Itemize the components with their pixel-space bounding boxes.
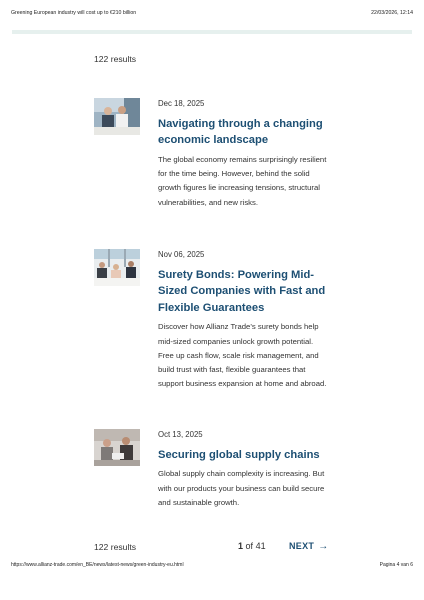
colleagues-photo-image (94, 429, 140, 466)
print-footer-page: Pagina 4 van 6 (379, 562, 413, 568)
article-date: Dec 18, 2025 (158, 99, 205, 108)
next-page-button[interactable]: NEXT → (289, 541, 329, 552)
pagination-indicator: 1 of 41 (238, 541, 266, 551)
next-page-label: NEXT (289, 541, 315, 551)
arrow-right-icon: → (318, 541, 329, 552)
meeting-photo-image (94, 98, 140, 135)
results-count: 122 results (94, 54, 137, 64)
print-header-title: Greening European industry will cost up … (11, 10, 137, 16)
top-band-divider (12, 30, 412, 34)
total-pages: 41 (255, 541, 266, 551)
article-thumbnail[interactable] (94, 249, 140, 286)
article-date: Oct 13, 2025 (158, 430, 203, 439)
article-description: The global economy remains surprisingly … (158, 154, 327, 207)
article-description: Discover how Allianz Trade’s surety bond… (158, 322, 327, 389)
article-title-link[interactable]: Surety Bonds: Powering Mid-Sized Compani… (158, 267, 330, 316)
article-title-link[interactable]: Securing global supply chains (158, 447, 330, 463)
print-header: Greening European industry will cost up … (11, 10, 413, 20)
article-thumbnail[interactable] (94, 429, 140, 466)
article-date: Nov 06, 2025 (158, 250, 205, 259)
page-of-label: of (245, 541, 254, 551)
article-title-link[interactable]: Navigating through a changing economic l… (158, 116, 330, 149)
article-description: Global supply chain complexity is increa… (158, 469, 325, 507)
print-footer-url: https://www.allianz-trade.com/en_BE/news… (11, 562, 184, 568)
pagination-results-count: 122 results (94, 542, 137, 552)
article-thumbnail[interactable] (94, 98, 140, 135)
current-page: 1 (238, 541, 244, 551)
office-team-photo-image (94, 249, 140, 286)
print-header-date: 22/03/2026, 12:14 (371, 10, 413, 16)
